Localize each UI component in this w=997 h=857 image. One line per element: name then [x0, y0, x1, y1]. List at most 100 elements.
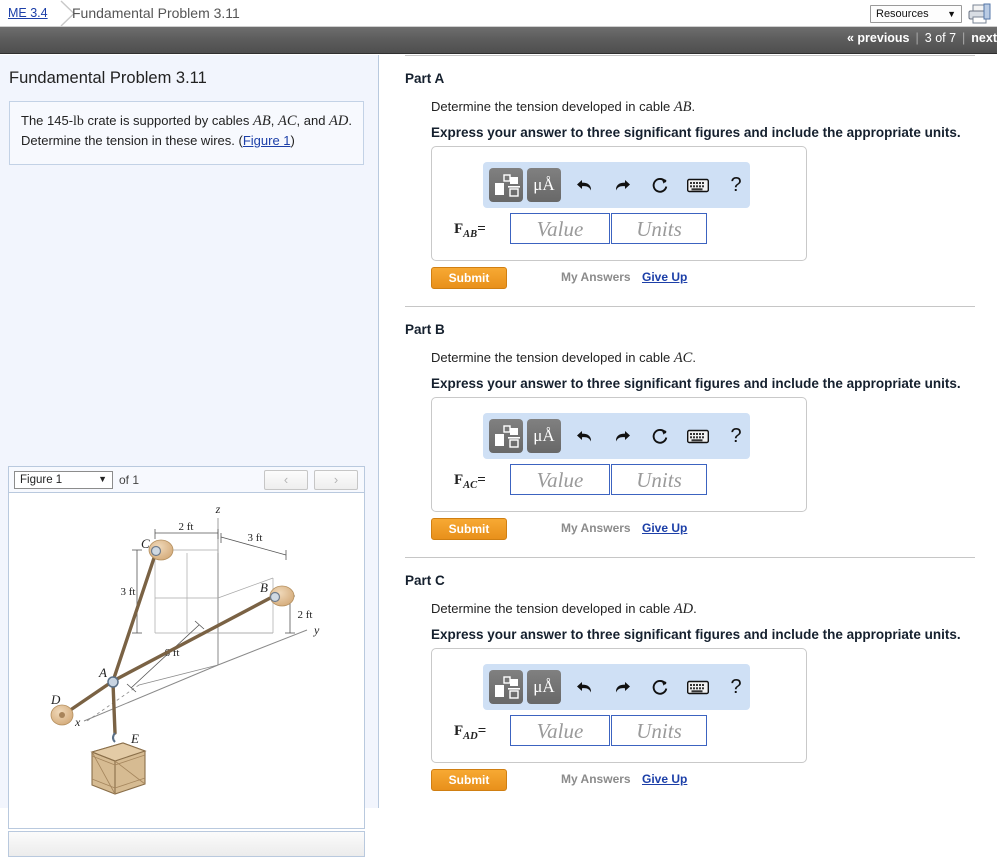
breadcrumb-page-title: Fundamental Problem 3.11 [72, 5, 240, 21]
redo-icon[interactable] [607, 420, 637, 452]
figure-dim-3ft-top: 3 ft [248, 532, 263, 544]
undo-icon[interactable] [569, 671, 599, 703]
part-title: Part C [405, 573, 445, 588]
figure-footer-bar [8, 831, 365, 857]
part-question-text: Determine the tension developed in cable [431, 99, 674, 114]
help-icon[interactable]: ? [721, 420, 751, 452]
statement-unit-lb: lb [73, 114, 84, 129]
figure-axis-z: z [215, 502, 221, 516]
answer-variable-f: F [454, 723, 464, 739]
part-title: Part B [405, 322, 445, 337]
my-answers-button[interactable]: My Answers [561, 772, 631, 786]
value-input[interactable]: Value [510, 464, 610, 495]
redo-icon[interactable] [607, 671, 637, 703]
value-input[interactable]: Value [510, 213, 610, 244]
units-button[interactable]: μÅ [527, 168, 561, 202]
answer-variable-f: F [454, 221, 464, 237]
figure-1-link[interactable]: Figure 1 [243, 133, 291, 148]
pagination-divider-1: | [915, 31, 919, 45]
part-question-variable: AC [673, 350, 693, 366]
answer-box: μÅ [431, 397, 807, 512]
my-answers-button[interactable]: My Answers [561, 521, 631, 535]
figure-select[interactable]: Figure 1 ▼ [14, 471, 113, 489]
resources-dropdown-label: Resources [876, 8, 929, 20]
math-template-icon[interactable] [489, 419, 523, 453]
reset-icon[interactable] [645, 169, 675, 201]
my-answers-button[interactable]: My Answers [561, 270, 631, 284]
part-title: Part A [405, 71, 445, 86]
math-template-icon[interactable] [489, 670, 523, 704]
units-button-label: μÅ [533, 426, 555, 445]
chevron-down-icon: ▼ [947, 9, 956, 19]
figure-select-value: Figure 1 [20, 474, 63, 486]
submit-button[interactable]: Submit [431, 267, 507, 289]
keyboard-icon[interactable] [683, 420, 713, 452]
part-question: Determine the tension developed in cable… [431, 601, 697, 618]
part-question-text: Determine the tension developed in cable [431, 350, 674, 365]
part-question-period: . [693, 601, 697, 616]
answer-variable-label: FAC= [454, 472, 486, 491]
undo-icon[interactable] [569, 420, 599, 452]
units-input[interactable]: Units [611, 464, 707, 495]
answer-variable-label: FAD= [454, 723, 486, 742]
figure-point-e: E [130, 731, 139, 746]
next-button[interactable]: next [971, 31, 997, 45]
answer-variable-subscript: AB [463, 229, 478, 240]
part-question-period: . [691, 99, 696, 114]
figure-image-container: 2 ft 3 ft 3 ft 2 ft 6 ft z y x A B C D E [8, 493, 365, 829]
part-instruction: Express your answer to three significant… [431, 627, 961, 642]
units-button[interactable]: μÅ [527, 670, 561, 704]
undo-icon[interactable] [569, 169, 599, 201]
statement-cable-ac: AC [277, 113, 297, 129]
statement-text-end: ) [290, 133, 295, 148]
answer-equals: = [477, 472, 486, 488]
units-button[interactable]: μÅ [527, 419, 561, 453]
previous-button[interactable]: « previous [847, 31, 910, 45]
help-icon[interactable]: ? [721, 671, 751, 703]
printer-icon[interactable] [967, 3, 997, 25]
units-input[interactable]: Units [611, 715, 707, 746]
statement-and: , and [296, 113, 330, 128]
keyboard-icon[interactable] [683, 169, 713, 201]
answer-box: μÅ [431, 146, 807, 261]
part-question-variable: AD [673, 601, 694, 617]
give-up-link[interactable]: Give Up [642, 270, 687, 284]
statement-cable-ad: AD [329, 113, 349, 129]
part-instruction: Express your answer to three significant… [431, 376, 961, 391]
give-up-link[interactable]: Give Up [642, 521, 687, 535]
pagination-divider-2: | [962, 31, 966, 45]
page-indicator: 3 of 7 [924, 31, 957, 45]
keyboard-icon[interactable] [683, 671, 713, 703]
value-input[interactable]: Value [510, 715, 610, 746]
resources-dropdown[interactable]: Resources ▼ [870, 5, 962, 23]
part-divider [405, 55, 975, 56]
redo-icon[interactable] [607, 169, 637, 201]
submit-button[interactable]: Submit [431, 769, 507, 791]
previous-figure-button[interactable]: ‹ [264, 470, 308, 490]
math-toolbar: μÅ ? [483, 413, 750, 459]
navigation-strip: « previous | 3 of 7 | next [0, 27, 997, 54]
statement-comma-1: , [270, 113, 278, 128]
figure-dim-2ft-top: 2 ft [179, 521, 194, 533]
figure-point-a: A [98, 665, 107, 680]
math-template-icon[interactable] [489, 168, 523, 202]
help-icon[interactable]: ? [721, 169, 751, 201]
figure-axis-y: y [313, 623, 320, 637]
give-up-link[interactable]: Give Up [642, 772, 687, 786]
reset-icon[interactable] [645, 420, 675, 452]
part-question-period: . [692, 350, 696, 365]
part-divider [405, 557, 975, 558]
submit-button[interactable]: Submit [431, 518, 507, 540]
part-question-variable: AB [673, 99, 692, 115]
answer-variable-subscript: AD [463, 731, 478, 742]
part-instruction: Express your answer to three significant… [431, 125, 961, 140]
units-input[interactable]: Units [611, 213, 707, 244]
math-toolbar: μÅ ? [483, 664, 750, 710]
breadcrumb-course-link[interactable]: ME 3.4 [8, 6, 48, 20]
next-figure-button[interactable]: › [314, 470, 358, 490]
reset-icon[interactable] [645, 671, 675, 703]
part-question-text: Determine the tension developed in cable [431, 601, 674, 616]
figure-dim-3ft-left: 3 ft [121, 586, 136, 598]
figure-point-b: B [260, 580, 268, 595]
part-question: Determine the tension developed in cable… [431, 350, 696, 367]
